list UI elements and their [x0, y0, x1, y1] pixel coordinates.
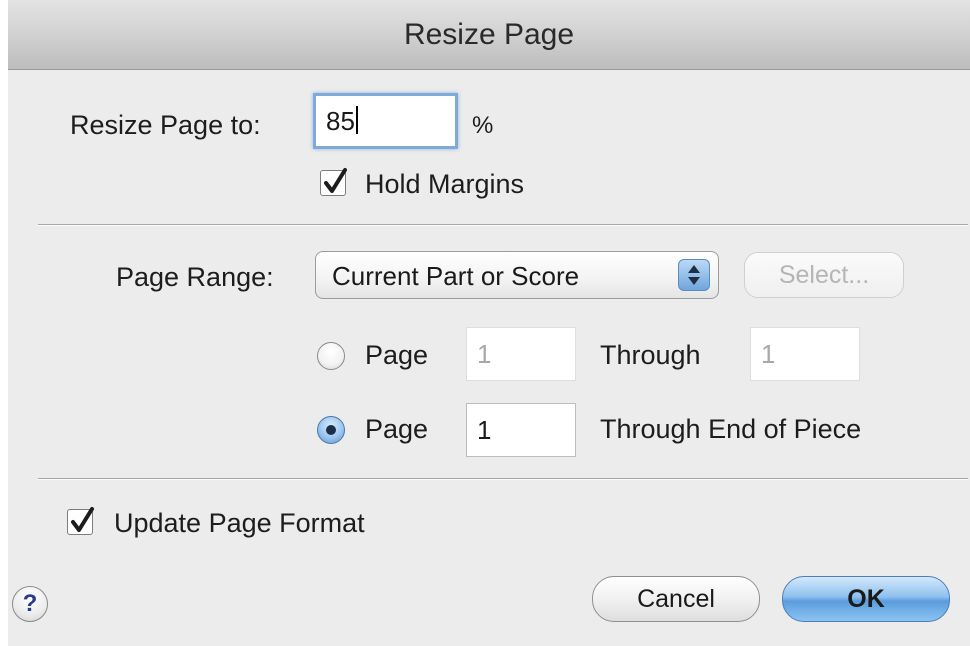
hold-margins-checkbox[interactable] — [320, 168, 347, 196]
resize-percent-input[interactable]: 85 — [313, 93, 458, 149]
through-label-1: Through — [600, 340, 701, 370]
cancel-button[interactable]: Cancel — [592, 576, 760, 622]
radio-2-label: Page — [365, 414, 429, 444]
select-button[interactable]: Select... — [744, 252, 904, 298]
page-range-selected: Current Part or Score — [332, 261, 580, 291]
checkmark-icon — [71, 507, 94, 532]
section-divider-bottom — [38, 478, 968, 480]
popup-arrows-icon — [678, 259, 710, 291]
radio-selected-dot — [326, 425, 336, 435]
through-end-label: Through End of Piece — [600, 414, 862, 444]
section-divider-top — [38, 224, 968, 226]
page-range-label: Page Range: — [116, 262, 274, 292]
percent-unit-label: % — [472, 112, 494, 139]
radio-1-label: Page — [365, 340, 429, 370]
page-range-radio-2[interactable] — [317, 416, 345, 444]
through-page-input-1[interactable]: 1 — [750, 327, 860, 381]
dialog-title: Resize Page — [403, 18, 575, 51]
window-edge — [0, 0, 8, 646]
help-button[interactable]: ? — [12, 586, 48, 622]
ok-button[interactable]: OK — [782, 576, 950, 622]
resize-page-label: Resize Page to: — [70, 110, 261, 140]
update-page-format-checkbox[interactable] — [67, 507, 94, 535]
from-page-input-2[interactable]: 1 — [466, 403, 576, 457]
text-caret — [355, 106, 358, 134]
from-page-input-1[interactable]: 1 — [466, 327, 576, 381]
resize-percent-value: 85 — [326, 106, 355, 136]
title-bar[interactable]: Resize Page — [8, 0, 970, 70]
update-page-format-label: Update Page Format — [114, 508, 365, 538]
hold-margins-label: Hold Margins — [365, 169, 525, 199]
page-range-popup[interactable]: Current Part or Score — [315, 251, 719, 299]
page-range-radio-1[interactable] — [317, 342, 345, 370]
resize-page-dialog: Resize Page Resize Page to: 85 % Hold Ma… — [0, 0, 970, 646]
checkmark-icon — [324, 168, 347, 193]
